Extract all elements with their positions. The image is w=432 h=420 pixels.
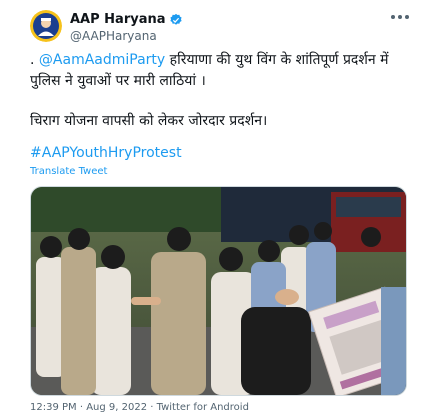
tweet-text: . @AamAadmiParty हरियाणा की युथ विंग के … (30, 50, 414, 132)
display-name[interactable]: AAP Haryana (70, 12, 166, 27)
avatar[interactable] (30, 10, 62, 42)
meta-separator: · (76, 402, 87, 413)
tweet-time[interactable]: 12:39 PM (30, 402, 77, 413)
tweet-date[interactable]: Aug 9, 2022 (86, 402, 147, 413)
tweet-photo[interactable] (30, 186, 407, 396)
translate-tweet-link[interactable]: Translate Tweet (30, 166, 107, 177)
hashtag-link[interactable]: #AAPYouthHryProtest (30, 145, 182, 161)
tweet-paragraph-1: . @AamAadmiParty हरियाणा की युथ विंग के … (30, 50, 414, 92)
tweet-source: Twitter for Android (156, 402, 249, 413)
more-options-icon[interactable] (388, 10, 412, 24)
tweet-prefix: . (30, 52, 39, 68)
verified-badge-icon (169, 13, 182, 25)
tweet-meta: 12:39 PM · Aug 9, 2022 · Twitter for And… (30, 402, 249, 413)
protest-photo-illustration (31, 187, 406, 395)
meta-separator-2: · (147, 402, 157, 413)
tweet-card: AAP Haryana @AAPHaryana . @AamAadmiParty… (0, 0, 432, 420)
mention-link[interactable]: @AamAadmiParty (39, 52, 165, 68)
handle[interactable]: @AAPHaryana (70, 29, 157, 43)
tweet-paragraph-2: चिराग योजना वापसी को लेकर जोरदार प्रदर्श… (30, 113, 268, 129)
